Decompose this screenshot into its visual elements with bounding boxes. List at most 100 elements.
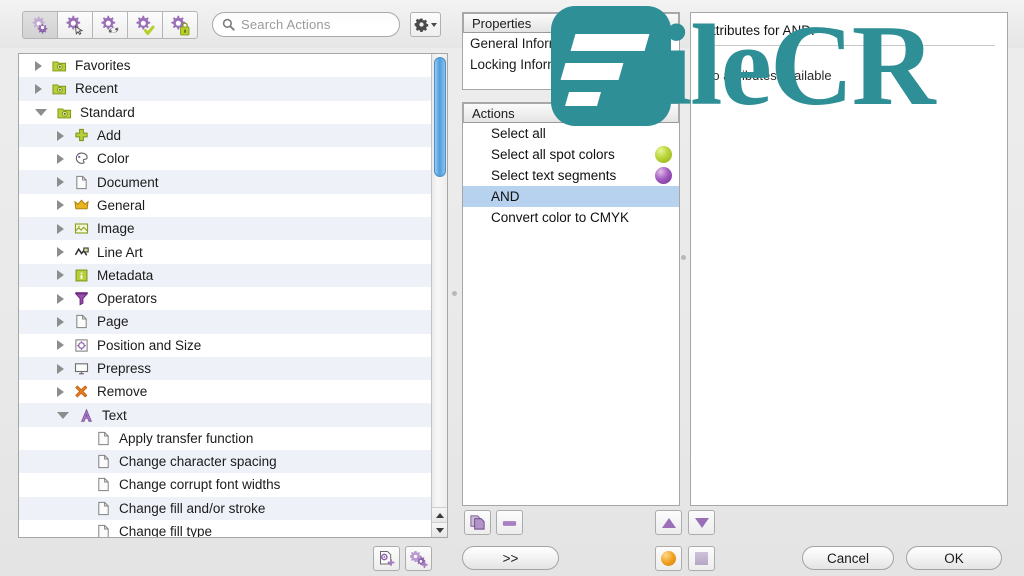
tree-item-general[interactable]: General <box>19 193 431 218</box>
scroll-down-button[interactable] <box>432 522 447 537</box>
disclosure-triangle-closed-icon[interactable] <box>57 340 64 351</box>
tree-item-page[interactable]: Page <box>19 310 431 334</box>
folder-green-icon <box>51 84 66 95</box>
new-action-button[interactable] <box>373 546 400 571</box>
move-down-button[interactable] <box>688 510 715 535</box>
crown-icon-wrap <box>72 197 90 214</box>
tree-item-operators[interactable]: Operators <box>19 286 431 311</box>
gear-icon <box>32 16 48 34</box>
run-button[interactable] <box>655 546 682 571</box>
tree-item-label: Image <box>97 221 135 237</box>
duplicate-action-button[interactable] <box>464 510 491 535</box>
tree-item-apply-transfer-function[interactable]: Apply transfer function <box>19 426 431 451</box>
disclosure-triangle-closed-icon[interactable] <box>57 363 64 374</box>
expand-panel-button[interactable]: >> <box>462 546 559 570</box>
toolbar-button-group <box>22 11 198 39</box>
tree-item-recent[interactable]: Recent <box>19 77 431 101</box>
splitter-right[interactable] <box>678 12 688 506</box>
document-icon <box>97 455 109 469</box>
remove-x-icon <box>74 385 87 398</box>
tree-item-document[interactable]: Document <box>19 170 431 194</box>
tree-item-color[interactable]: Color <box>19 147 431 171</box>
disclosure-triangle-closed-icon[interactable] <box>57 316 64 327</box>
tree-item-label: Metadata <box>97 267 154 283</box>
search-icon <box>222 18 235 31</box>
cancel-button[interactable]: Cancel <box>802 546 894 570</box>
disclosure-triangle-open-icon[interactable] <box>35 108 47 116</box>
folder-green-icon-wrap <box>50 80 68 97</box>
action-item[interactable]: Convert color to CMYK <box>463 207 679 228</box>
purple-sphere-icon <box>655 167 672 184</box>
move-up-button[interactable] <box>655 510 682 535</box>
tree-item-label: Recent <box>75 81 118 97</box>
action-item-label: Select text segments <box>491 168 617 183</box>
tree-item-change-fill-type[interactable]: Change fill type <box>19 519 431 537</box>
gear-icon <box>414 18 429 32</box>
disclosure-triangle-closed-icon[interactable] <box>57 386 64 397</box>
folder-green-icon <box>56 108 71 119</box>
actions-header: Actions <box>463 103 679 123</box>
tree-item-favorites[interactable]: Favorites <box>19 54 431 78</box>
edit-action-button[interactable] <box>57 11 93 39</box>
properties-header: Properties <box>463 13 679 33</box>
action-item-selected[interactable]: AND <box>463 186 679 207</box>
toolbar-gear-menu-button[interactable] <box>410 12 441 37</box>
tree-item-remove[interactable]: Remove <box>19 380 431 404</box>
validate-action-button[interactable] <box>127 11 163 39</box>
disclosure-triangle-closed-icon[interactable] <box>57 130 64 141</box>
triangle-down-icon <box>436 527 444 533</box>
info-green-icon <box>75 269 87 282</box>
tree-item-change-character-spacing[interactable]: Change character spacing <box>19 450 431 474</box>
disclosure-triangle-closed-icon[interactable] <box>57 293 64 304</box>
action-item[interactable]: Select text segments <box>463 165 679 186</box>
splitter-left[interactable] <box>449 53 459 538</box>
stop-button[interactable] <box>688 546 715 571</box>
disclosure-triangle-closed-icon[interactable] <box>57 177 64 188</box>
text-a-icon <box>80 408 92 422</box>
disclosure-triangle-closed-icon[interactable] <box>35 60 42 71</box>
properties-item[interactable]: General Information <box>463 33 679 54</box>
triangle-up-icon <box>661 517 676 528</box>
tree-item-change-fill-and-or-stroke[interactable]: Change fill and/or stroke <box>19 496 431 520</box>
tree-item-text[interactable]: Text <box>19 403 431 427</box>
disclosure-triangle-closed-icon[interactable] <box>57 153 64 164</box>
properties-list[interactable]: General Information Locking Information <box>463 33 679 75</box>
actions-list[interactable]: Select all Select all spot colors Select t… <box>463 123 679 228</box>
action-item[interactable]: Select all spot colors <box>463 144 679 165</box>
search-actions-field[interactable]: Search Actions <box>212 12 400 37</box>
scroll-up-button[interactable] <box>432 507 447 522</box>
disclosure-triangle-closed-icon[interactable] <box>57 270 64 281</box>
ok-button[interactable]: OK <box>906 546 1002 570</box>
actions-tree-list[interactable]: Favorites Recent Standard Add Color Document G… <box>19 54 431 537</box>
tree-item-change-corrupt-font-widths[interactable]: Change corrupt font widths <box>19 473 431 497</box>
disclosure-triangle-closed-icon[interactable] <box>57 200 64 211</box>
tree-item-standard[interactable]: Standard <box>19 100 431 124</box>
properties-item-label: Locking Information <box>470 57 588 72</box>
attributes-panel: Attributes for AND: No attributes availa… <box>690 12 1008 506</box>
refresh-action-button[interactable] <box>92 11 128 39</box>
tree-item-prepress[interactable]: Prepress <box>19 356 431 381</box>
disclosure-triangle-closed-icon[interactable] <box>57 223 64 234</box>
disclosure-triangle-closed-icon[interactable] <box>35 83 42 94</box>
position-size-icon <box>74 339 88 352</box>
tree-item-metadata[interactable]: Metadata <box>19 263 431 287</box>
action-item[interactable]: Select all <box>463 123 679 144</box>
new-action-list-button[interactable] <box>22 11 58 39</box>
new-action-list-button-bottom[interactable] <box>405 546 432 571</box>
tree-item-add[interactable]: Add <box>19 123 431 148</box>
action-item-label: Convert color to CMYK <box>491 210 630 225</box>
tree-item-position-and-size[interactable]: Position and Size <box>19 333 431 357</box>
folder-green-icon <box>51 61 66 72</box>
tree-scrollbar-thumb[interactable] <box>434 57 446 177</box>
disclosure-triangle-open-icon[interactable] <box>57 411 69 419</box>
properties-item[interactable]: Locking Information <box>463 54 679 75</box>
disclosure-triangle-closed-icon[interactable] <box>57 247 64 258</box>
document-icon-wrap <box>94 523 112 537</box>
remove-action-button[interactable] <box>496 510 523 535</box>
lock-action-button[interactable] <box>162 11 198 39</box>
tree-item-line-art[interactable]: Line Art <box>19 240 431 264</box>
tree-item-label: Remove <box>97 384 148 400</box>
tree-vertical-scrollbar[interactable] <box>431 54 447 537</box>
document-icon <box>75 175 87 189</box>
tree-item-image[interactable]: Image <box>19 217 431 241</box>
